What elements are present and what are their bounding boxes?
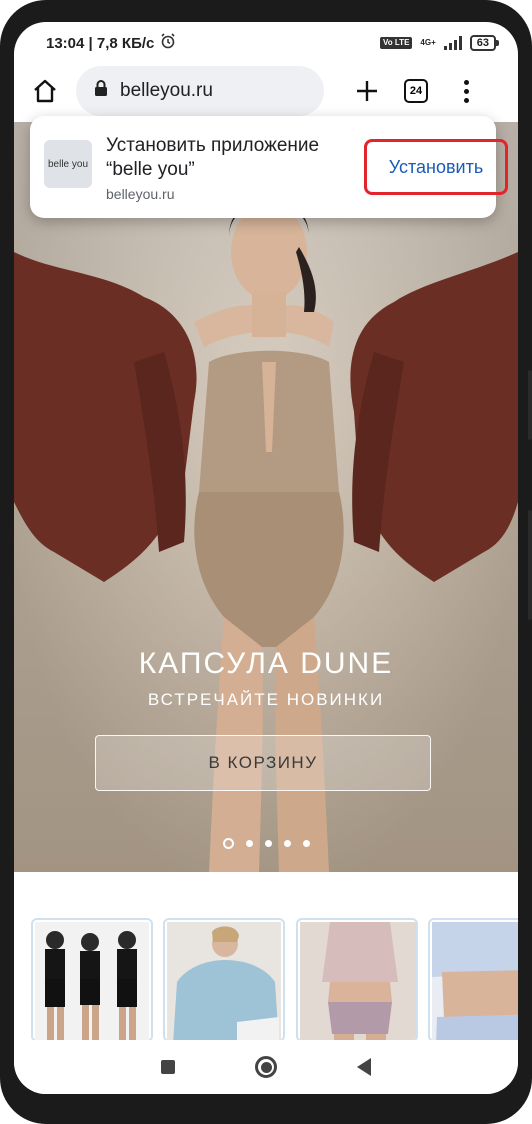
power-button [528,510,532,620]
status-time: 13:04 | 7,8 КБ/с [46,34,155,52]
carousel-dot[interactable] [264,840,272,847]
thumb-shirt[interactable] [428,918,518,1042]
hero-title: КАПСУЛА DUNE [138,647,394,680]
volume-button [528,370,532,440]
add-to-cart-button[interactable]: В КОРЗИНУ [95,735,431,791]
hero-banner[interactable]: КАПСУЛА DUNE ВСТРЕЧАЙТЕ НОВИНКИ В КОРЗИН… [14,122,518,872]
tabs-button[interactable]: 24 [399,74,433,108]
carousel-dot[interactable] [283,840,291,847]
tabs-count: 24 [404,79,428,103]
plus-icon[interactable] [350,74,384,108]
install-title: Установить приложение “belle you” [106,135,320,180]
volte-icon: Vo LTE [380,37,413,49]
url-bar[interactable]: belleyou.ru [76,66,324,116]
thumb-sport[interactable] [31,918,153,1042]
system-navbar [14,1040,518,1094]
product-thumbnails [14,918,518,1042]
carousel-dot[interactable] [245,840,253,847]
hero-subtitle: ВСТРЕЧАЙТЕ НОВИНКИ [147,690,385,709]
signal-icon [443,36,462,50]
network-label: 4G+ [420,38,436,47]
install-button[interactable]: Установить [367,142,505,192]
install-app-prompt: belle you Установить приложение “belle y… [30,116,508,218]
lock-icon [94,79,108,103]
recents-icon[interactable] [161,1060,175,1074]
thumb-lingerie[interactable] [296,918,418,1042]
alarm-icon [160,33,176,53]
thumb-sweatshirt[interactable] [163,918,285,1042]
carousel-dot[interactable] [302,840,310,847]
home-circle-icon[interactable] [255,1056,277,1078]
carousel-dot-active[interactable] [222,838,234,849]
back-icon[interactable] [357,1058,371,1076]
status-bar: 13:04 | 7,8 КБ/с Vo LTE 4G+ 63 [14,22,518,64]
more-vert-icon[interactable] [449,74,483,108]
home-icon[interactable] [30,76,60,106]
url-text: belleyou.ru [120,80,213,101]
app-icon: belle you [44,140,92,188]
screen: 13:04 | 7,8 КБ/с Vo LTE 4G+ 63 belleyou.… [14,22,518,1094]
install-domain: belleyou.ru [106,186,175,202]
browser-toolbar: belleyou.ru 24 [14,66,518,116]
battery-icon: 63 [469,35,500,51]
install-highlight: Установить [364,139,508,195]
carousel-dots [14,838,518,849]
